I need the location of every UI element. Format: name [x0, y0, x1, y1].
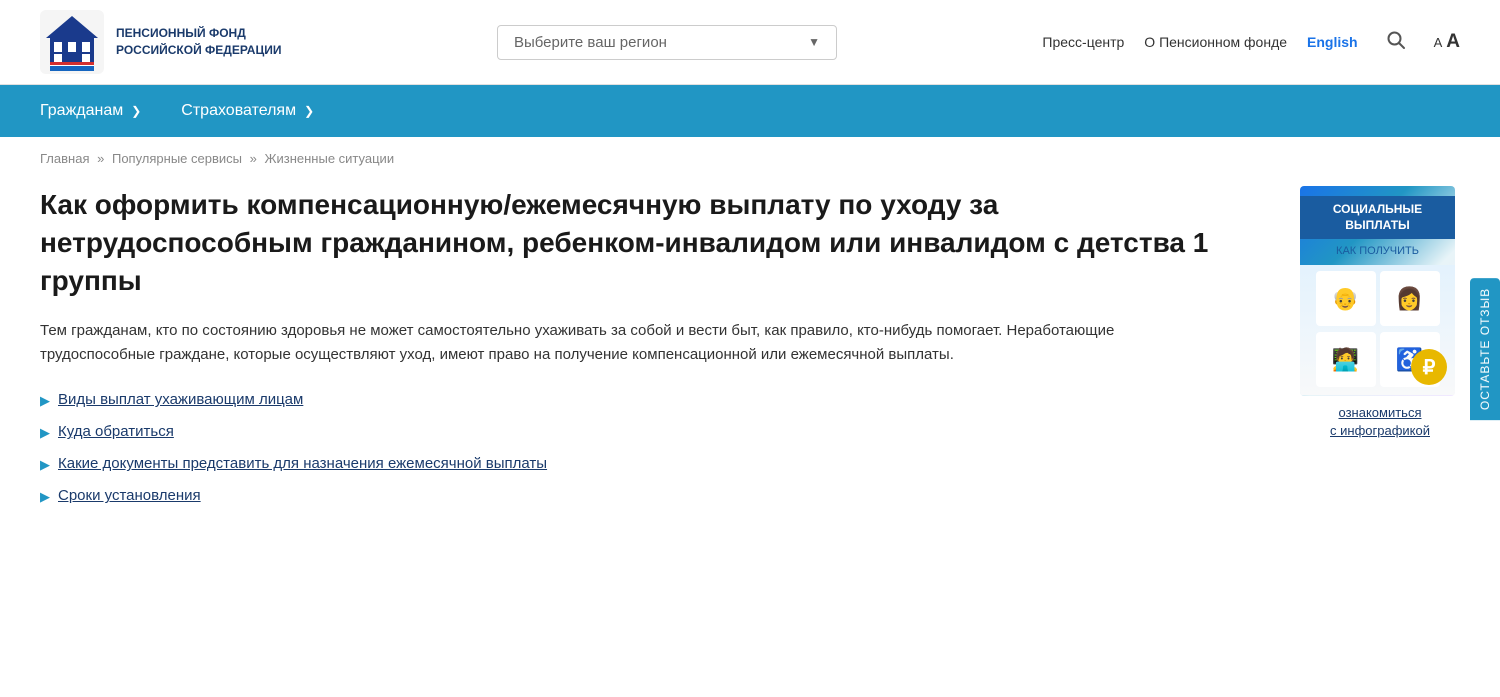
infographic-title: СОЦИАЛЬНЫЕ ВЫПЛАТЫ [1300, 196, 1455, 239]
list-item: ▶ Куда обратиться [40, 423, 1270, 441]
font-large-button[interactable]: А [1446, 31, 1460, 53]
infog-cell-2: 👩 [1380, 271, 1440, 326]
breadcrumb-sep2: » [250, 151, 257, 166]
list-item: ▶ Какие документы представить для назнач… [40, 455, 1270, 473]
links-list: ▶ Виды выплат ухаживающим лицам ▶ Куда о… [40, 391, 1270, 505]
breadcrumb-sep1: » [97, 151, 104, 166]
infog-cell-1: 👴 [1316, 271, 1376, 326]
list-arrow-icon-2: ▶ [40, 425, 50, 441]
list-arrow-icon-4: ▶ [40, 489, 50, 505]
list-item: ▶ Виды выплат ухаживающим лицам [40, 391, 1270, 409]
breadcrumb-current: Жизненные ситуации [264, 151, 394, 166]
header-nav: Пресс-центр О Пенсионном фонде English А… [1042, 26, 1460, 59]
page-title: Как оформить компенсационную/ежемесячную… [40, 186, 1270, 299]
link-terms[interactable]: Сроки установления [58, 487, 201, 504]
list-arrow-icon-3: ▶ [40, 457, 50, 473]
font-size-controls: А А [1434, 31, 1460, 53]
english-lang-link[interactable]: English [1307, 34, 1358, 50]
list-arrow-icon-1: ▶ [40, 393, 50, 409]
nav-insurers-arrow: ❯ [304, 104, 314, 118]
logo-icon [40, 10, 104, 74]
nav-insurers[interactable]: Страхователям ❯ [161, 85, 334, 137]
breadcrumb-popular[interactable]: Популярные сервисы [112, 151, 242, 166]
breadcrumb-home[interactable]: Главная [40, 151, 89, 166]
list-item: ▶ Сроки установления [40, 487, 1270, 505]
nav-insurers-label: Страхователям [181, 102, 296, 120]
ruble-badge: ₽ [1411, 349, 1447, 385]
infographic-subtitle: КАК ПОЛУЧИТЬ [1336, 245, 1419, 257]
main-nav-bar: Гражданам ❯ Страхователям ❯ [0, 85, 1500, 137]
about-link[interactable]: О Пенсионном фонде [1144, 34, 1287, 50]
feedback-tab[interactable]: ОСТАВЬТЕ ОТЗЫВ [1470, 277, 1500, 419]
region-placeholder-text: Выберите ваш регион [514, 34, 667, 51]
site-header: ПЕНСИОННЫЙ ФОНД РОССИЙСКОЙ ФЕДЕРАЦИИ Выб… [0, 0, 1500, 85]
logo-text: ПЕНСИОННЫЙ ФОНД РОССИЙСКОЙ ФЕДЕРАЦИИ [116, 25, 281, 59]
infographic-image: СОЦИАЛЬНЫЕ ВЫПЛАТЫ КАК ПОЛУЧИТЬ 👴 👩 🧑‍💻 … [1300, 186, 1455, 396]
search-icon [1386, 30, 1406, 50]
nav-citizens-label: Гражданам [40, 102, 123, 120]
main-content: Как оформить компенсационную/ежемесячную… [0, 176, 1500, 559]
content-right: СОЦИАЛЬНЫЕ ВЫПЛАТЫ КАК ПОЛУЧИТЬ 👴 👩 🧑‍💻 … [1300, 186, 1460, 519]
content-left: Как оформить компенсационную/ежемесячную… [40, 186, 1270, 519]
link-where-to-apply[interactable]: Куда обратиться [58, 423, 174, 440]
font-small-button[interactable]: А [1434, 35, 1443, 50]
infographic-block: СОЦИАЛЬНЫЕ ВЫПЛАТЫ КАК ПОЛУЧИТЬ 👴 👩 🧑‍💻 … [1300, 186, 1460, 440]
region-dropdown[interactable]: Выберите ваш регион ▼ [497, 25, 837, 60]
breadcrumb: Главная » Популярные сервисы » Жизненные… [0, 137, 1500, 176]
infographic-link[interactable]: ознакомиться с инфографикой [1300, 404, 1460, 440]
infog-cell-3: 🧑‍💻 [1316, 332, 1376, 387]
nav-citizens[interactable]: Гражданам ❯ [40, 85, 161, 137]
nav-citizens-arrow: ❯ [131, 104, 141, 118]
chevron-down-icon: ▼ [808, 35, 820, 49]
link-documents[interactable]: Какие документы представить для назначен… [58, 455, 547, 472]
press-center-link[interactable]: Пресс-центр [1042, 34, 1124, 50]
logo-link[interactable]: ПЕНСИОННЫЙ ФОНД РОССИЙСКОЙ ФЕДЕРАЦИИ [40, 10, 281, 74]
intro-text: Тем гражданам, кто по состоянию здоровья… [40, 319, 1190, 367]
search-button[interactable] [1378, 26, 1414, 59]
infographic-graphics: 👴 👩 🧑‍💻 ♿ ₽ [1300, 265, 1455, 395]
region-select-area: Выберите ваш регион ▼ [321, 25, 1012, 60]
link-payment-types[interactable]: Виды выплат ухаживающим лицам [58, 391, 303, 408]
